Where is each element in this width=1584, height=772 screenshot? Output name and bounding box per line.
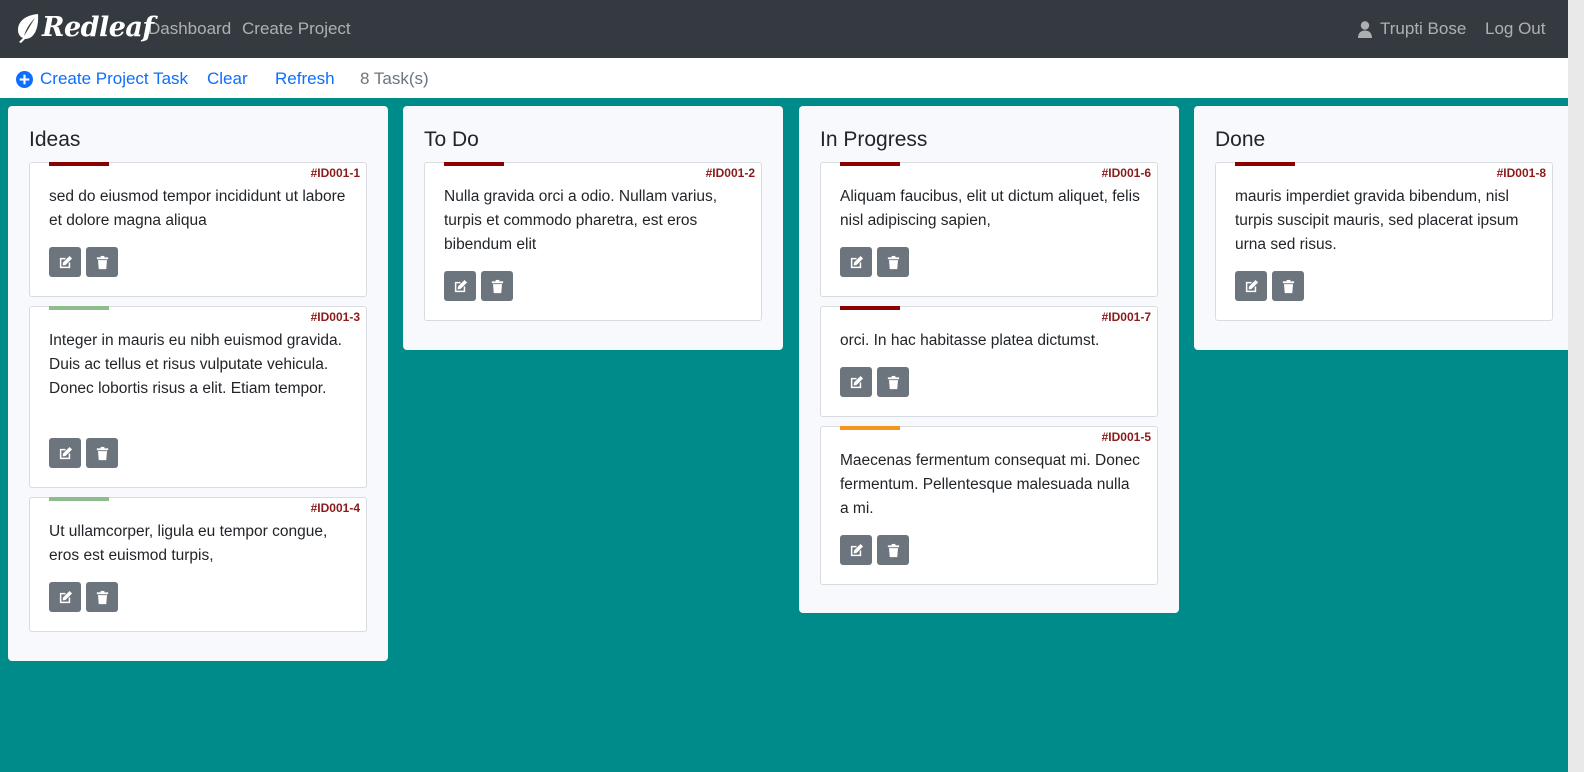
edit-icon — [59, 446, 72, 459]
priority-bar — [49, 162, 109, 166]
task-card[interactable]: #ID001-4 Ut ullamcorper, ligula eu tempo… — [29, 497, 367, 632]
task-card[interactable]: #ID001-3 Integer in mauris eu nibh euism… — [29, 306, 367, 488]
priority-bar — [444, 162, 504, 166]
task-id: #ID001-8 — [1496, 166, 1546, 180]
create-task-label: Create Project Task — [40, 69, 189, 88]
trash-icon — [887, 543, 899, 557]
task-description: mauris imperdiet gravida bibendum, nisl … — [1235, 188, 1519, 253]
column-title: Ideas — [29, 128, 81, 151]
edit-task-button[interactable] — [444, 271, 476, 301]
priority-bar — [49, 306, 109, 310]
refresh-button[interactable]: Refresh — [275, 69, 335, 89]
edit-task-button[interactable] — [49, 247, 81, 277]
delete-task-button[interactable] — [86, 247, 118, 277]
column-title: In Progress — [820, 128, 928, 151]
top-navbar: Redleaf Dashboard Create Project Trupti … — [0, 0, 1568, 58]
edit-task-button[interactable] — [840, 247, 872, 277]
column-in-progress: In Progress #ID001-6 Aliquam faucibus, e… — [799, 106, 1179, 613]
edit-task-button[interactable] — [49, 582, 81, 612]
task-card[interactable]: #ID001-8 mauris imperdiet gravida bibend… — [1215, 162, 1553, 321]
delete-task-button[interactable] — [877, 535, 909, 565]
user-icon — [1358, 20, 1372, 38]
priority-bar — [840, 426, 900, 430]
task-id: #ID001-7 — [1101, 310, 1151, 324]
delete-task-button[interactable] — [877, 367, 909, 397]
task-card[interactable]: #ID001-7 orci. In hac habitasse platea d… — [820, 306, 1158, 417]
priority-bar — [1235, 162, 1295, 166]
column-title: Done — [1215, 128, 1266, 151]
edit-task-button[interactable] — [840, 535, 872, 565]
task-description: Ut ullamcorper, ligula eu tempor congue,… — [49, 523, 328, 564]
column-done: Done #ID001-8 mauris imperdiet gravida b… — [1194, 106, 1568, 350]
column-ideas: Ideas #ID001-1 sed do eiusmod tempor inc… — [8, 106, 388, 661]
plus-circle-icon — [16, 70, 33, 88]
trash-icon — [96, 255, 108, 269]
edit-icon — [59, 590, 72, 603]
edit-task-button[interactable] — [1235, 271, 1267, 301]
task-card[interactable]: #ID001-6 Aliquam faucibus, elit ut dictu… — [820, 162, 1158, 297]
board-toolbar: Create Project Task Clear Refresh 8 Task… — [0, 58, 1568, 98]
delete-task-button[interactable] — [1272, 271, 1304, 301]
edit-icon — [454, 279, 467, 292]
trash-icon — [96, 446, 108, 460]
edit-task-button[interactable] — [49, 438, 81, 468]
trash-icon — [491, 279, 503, 293]
task-count: 8 Task(s) — [360, 69, 429, 88]
delete-task-button[interactable] — [877, 247, 909, 277]
logout-link[interactable]: Log Out — [1485, 19, 1546, 39]
create-task-button[interactable]: Create Project Task — [16, 69, 188, 89]
nav-link-create-project[interactable]: Create Project — [242, 19, 351, 39]
edit-task-button[interactable] — [840, 367, 872, 397]
task-id: #ID001-3 — [310, 310, 360, 324]
task-id: #ID001-2 — [705, 166, 755, 180]
delete-task-button[interactable] — [86, 438, 118, 468]
task-description: Integer in mauris eu nibh euismod gravid… — [49, 332, 342, 397]
clear-button[interactable]: Clear — [207, 69, 248, 89]
edit-icon — [850, 375, 863, 388]
delete-task-button[interactable] — [86, 582, 118, 612]
edit-icon — [850, 543, 863, 556]
column-title: To Do — [424, 128, 479, 151]
task-card[interactable]: #ID001-5 Maecenas fermentum consequat mi… — [820, 426, 1158, 585]
edit-icon — [59, 255, 72, 268]
trash-icon — [887, 375, 899, 389]
task-description: Maecenas fermentum consequat mi. Donec f… — [840, 452, 1140, 517]
delete-task-button[interactable] — [481, 271, 513, 301]
task-card[interactable]: #ID001-2 Nulla gravida orci a odio. Null… — [424, 162, 762, 321]
task-id: #ID001-4 — [310, 501, 360, 515]
trash-icon — [96, 590, 108, 604]
priority-bar — [840, 162, 900, 166]
task-description: Nulla gravida orci a odio. Nullam varius… — [444, 188, 718, 253]
vertical-scrollbar[interactable] — [1568, 0, 1584, 772]
nav-link-dashboard[interactable]: Dashboard — [148, 19, 231, 39]
trash-icon — [1282, 279, 1294, 293]
column-todo: To Do #ID001-2 Nulla gravida orci a odio… — [403, 106, 783, 350]
task-description: orci. In hac habitasse platea dictumst. — [840, 332, 1100, 349]
nav-user[interactable]: Trupti Bose — [1358, 19, 1466, 39]
task-description: sed do eiusmod tempor incididunt ut labo… — [49, 188, 346, 229]
brand-logo[interactable]: Redleaf — [16, 12, 154, 43]
edit-icon — [1245, 279, 1258, 292]
user-name: Trupti Bose — [1380, 19, 1467, 38]
edit-icon — [850, 255, 863, 268]
trash-icon — [887, 255, 899, 269]
task-card[interactable]: #ID001-1 sed do eiusmod tempor incididun… — [29, 162, 367, 297]
priority-bar — [840, 306, 900, 310]
task-id: #ID001-1 — [310, 166, 360, 180]
task-id: #ID001-6 — [1101, 166, 1151, 180]
task-description: Aliquam faucibus, elit ut dictum aliquet… — [840, 188, 1140, 229]
task-id: #ID001-5 — [1101, 430, 1151, 444]
brand-name: Redleaf — [42, 12, 154, 43]
priority-bar — [49, 497, 109, 501]
leaf-icon — [18, 13, 39, 43]
